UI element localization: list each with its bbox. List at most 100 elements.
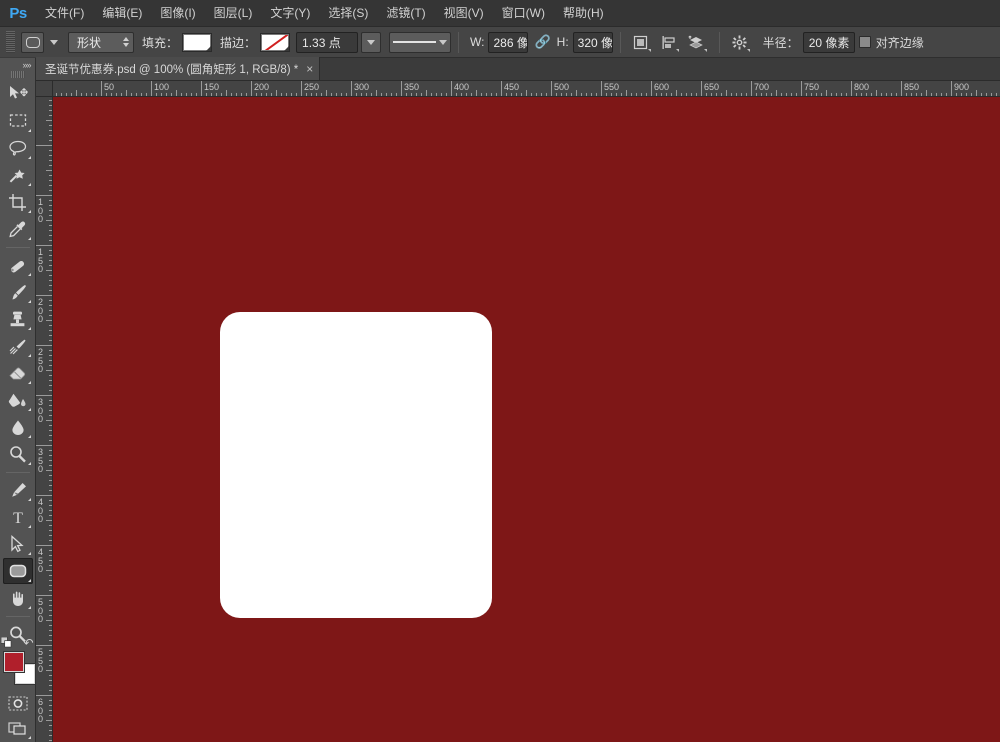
- path-operations-button[interactable]: [628, 31, 653, 53]
- brush-tool[interactable]: [3, 279, 33, 305]
- menu-filter[interactable]: 滤镜(T): [377, 0, 434, 27]
- stroke-width-field[interactable]: 1.33 点: [296, 32, 358, 53]
- menu-window[interactable]: 窗口(W): [493, 0, 554, 27]
- tool-submenu-indicator: [28, 273, 31, 276]
- ruler-label: 400: [454, 82, 469, 92]
- ruler-tick: [351, 81, 352, 96]
- menu-image[interactable]: 图像(I): [151, 0, 204, 27]
- horizontal-ruler[interactable]: 5010015020025030035040045050055060065070…: [53, 81, 1000, 97]
- screen-mode-button[interactable]: [3, 717, 33, 741]
- options-bar-grip[interactable]: [6, 31, 15, 53]
- toolbar-divider: [6, 472, 30, 473]
- ruler-tick: [201, 81, 202, 96]
- ruler-tick: [991, 93, 992, 96]
- foreground-color-swatch[interactable]: [4, 652, 24, 672]
- ruler-tick: [771, 93, 772, 96]
- dodge-tool[interactable]: [3, 441, 33, 467]
- menu-help[interactable]: 帮助(H): [554, 0, 613, 27]
- ruler-tick: [191, 93, 192, 96]
- tool-preset-picker[interactable]: [21, 32, 44, 53]
- ruler-tick: [36, 695, 52, 696]
- menu-type[interactable]: 文字(Y): [261, 0, 319, 27]
- ruler-tick: [836, 93, 837, 96]
- paint-bucket-icon: [8, 391, 28, 409]
- lasso-tool[interactable]: [3, 135, 33, 161]
- canvas[interactable]: [53, 97, 1000, 742]
- link-chain-icon[interactable]: 🔗: [534, 34, 550, 50]
- ruler-tick: [36, 545, 52, 546]
- menu-layer[interactable]: 图层(L): [205, 0, 262, 27]
- ruler-tick: [331, 93, 332, 96]
- ruler-tick: [49, 580, 52, 581]
- ruler-tick: [49, 465, 52, 466]
- path-arrangement-button[interactable]: [684, 31, 709, 53]
- stroke-width-value: 1.33 点: [302, 34, 341, 51]
- collapse-panel-button[interactable]: »»: [0, 58, 36, 71]
- clone-stamp-tool[interactable]: [3, 306, 33, 332]
- radius-field[interactable]: 20 像素: [803, 32, 855, 53]
- ruler-tick: [49, 315, 52, 316]
- ruler-tick: [791, 93, 792, 96]
- rounded-rectangle-tool[interactable]: [3, 558, 33, 584]
- height-field[interactable]: 320 像素: [573, 32, 613, 53]
- align-edges-checkbox[interactable]: [859, 36, 871, 48]
- ruler-tick: [546, 93, 547, 96]
- path-alignment-button[interactable]: [656, 31, 681, 53]
- stroke-color-swatch[interactable]: [260, 33, 290, 52]
- menu-view[interactable]: 视图(V): [435, 0, 493, 27]
- shape-mode-select[interactable]: 形状: [68, 32, 134, 53]
- swap-colors-icon[interactable]: ↶: [23, 636, 33, 650]
- rounded-rectangle-shape[interactable]: [220, 312, 492, 618]
- stroke-style-select[interactable]: [389, 32, 451, 53]
- gradient-tool[interactable]: [3, 387, 33, 413]
- ruler-tick: [216, 93, 217, 96]
- quick-mask-button[interactable]: [3, 691, 33, 715]
- stroke-width-dropdown[interactable]: [361, 32, 381, 53]
- width-field[interactable]: 286 像素: [488, 32, 528, 53]
- rectangular-marquee-tool[interactable]: [3, 108, 33, 134]
- document-tab[interactable]: 圣诞节优惠券.psd @ 100% (圆角矩形 1, RGB/8) * ×: [36, 57, 320, 80]
- eyedropper-tool[interactable]: [3, 216, 33, 242]
- ruler-tick: [131, 93, 132, 96]
- ruler-tick: [49, 190, 52, 191]
- type-tool[interactable]: T: [3, 504, 33, 530]
- ruler-tick: [841, 93, 842, 96]
- close-icon[interactable]: ×: [306, 63, 313, 75]
- ruler-tick: [36, 145, 52, 146]
- document-tab-title: 圣诞节优惠券.psd @ 100% (圆角矩形 1, RGB/8) *: [45, 61, 298, 77]
- path-selection-tool[interactable]: [3, 531, 33, 557]
- fill-color-swatch[interactable]: [182, 33, 212, 52]
- menu-edit[interactable]: 编辑(E): [93, 0, 151, 27]
- default-colors-icon[interactable]: [1, 637, 12, 648]
- ruler-tick: [706, 93, 707, 96]
- width-value: 286 像素: [493, 34, 528, 51]
- vertical-ruler[interactable]: 100150200250300350400450500550600650700: [36, 97, 53, 742]
- tool-preset-dropdown[interactable]: [46, 32, 61, 53]
- ruler-tick: [49, 230, 52, 231]
- move-tool[interactable]: [3, 81, 33, 107]
- geometry-options-button[interactable]: [727, 31, 752, 53]
- hand-tool[interactable]: [3, 585, 33, 611]
- pen-tool[interactable]: [3, 477, 33, 503]
- gear-settings-icon: [732, 35, 747, 50]
- eraser-tool[interactable]: [3, 360, 33, 386]
- menu-select[interactable]: 选择(S): [319, 0, 377, 27]
- crop-tool[interactable]: [3, 189, 33, 215]
- ruler-tick: [626, 90, 627, 96]
- ruler-corner[interactable]: [36, 81, 53, 97]
- ruler-label: 450: [38, 548, 47, 574]
- ruler-tick: [49, 180, 52, 181]
- magic-wand-icon: [8, 166, 28, 184]
- history-brush-tool[interactable]: [3, 333, 33, 359]
- blur-tool[interactable]: [3, 414, 33, 440]
- ruler-tick: [646, 93, 647, 96]
- ruler-tick: [171, 93, 172, 96]
- menu-file[interactable]: 文件(F): [36, 0, 93, 27]
- spot-healing-tool[interactable]: [3, 252, 33, 278]
- ruler-tick: [49, 225, 52, 226]
- tools-panel-grip[interactable]: [11, 71, 25, 78]
- ruler-tick: [36, 345, 52, 346]
- quick-selection-tool[interactable]: [3, 162, 33, 188]
- ruler-tick: [861, 93, 862, 96]
- ruler-tick: [471, 93, 472, 96]
